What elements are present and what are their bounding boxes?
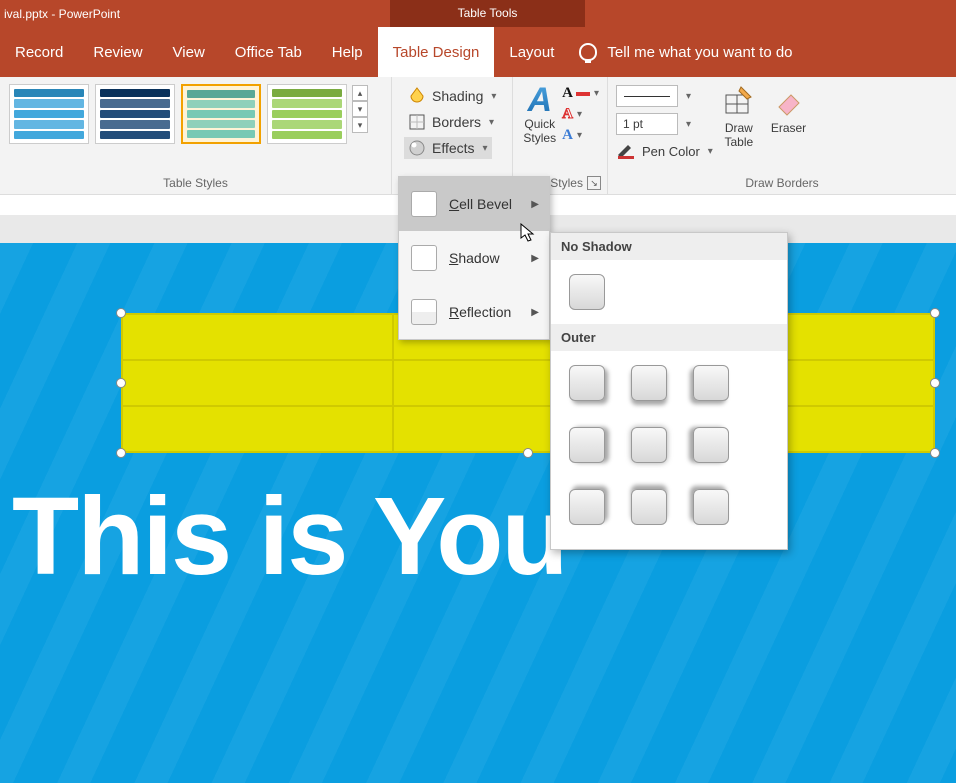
eraser-icon	[773, 85, 805, 117]
table-style-thumb-0[interactable]	[9, 84, 89, 144]
title-bar: ival.pptx - PowerPoint Table Tools	[0, 0, 956, 27]
tab-view[interactable]: View	[158, 27, 220, 77]
text-fill-button[interactable]: A▾	[562, 85, 599, 102]
ribbon-tabs: Record Review View Office Tab Help Table…	[0, 27, 956, 77]
tab-office-tab[interactable]: Office Tab	[220, 27, 317, 77]
table-style-thumb-1[interactable]	[95, 84, 175, 144]
gallery-scroll-up[interactable]: ▴	[352, 85, 368, 101]
shadow-option-outer-t[interactable]	[631, 489, 667, 525]
gallery-more[interactable]: ▾	[352, 117, 368, 133]
menu-shadow[interactable]: Shadow ▶	[399, 231, 549, 285]
shadow-option-outer-br[interactable]	[569, 365, 605, 401]
effects-button[interactable]: Effects▾	[404, 137, 492, 159]
tab-layout[interactable]: Layout	[494, 27, 569, 77]
submenu-arrow-icon: ▶	[531, 253, 539, 264]
resize-handle-sw[interactable]	[116, 448, 126, 458]
shading-button[interactable]: Shading▾	[404, 85, 500, 107]
reflection-icon	[411, 299, 437, 325]
draw-table-icon	[723, 85, 755, 117]
shadow-gallery: No Shadow Outer	[550, 232, 788, 550]
wordart-preview-icon: A	[527, 83, 552, 117]
resize-handle-nw[interactable]	[116, 308, 126, 318]
resize-handle-se[interactable]	[930, 448, 940, 458]
eraser-button[interactable]: Eraser	[763, 81, 814, 139]
shadow-section-no-shadow: No Shadow	[551, 233, 787, 260]
shadow-icon	[411, 245, 437, 271]
text-fill-icon: A	[562, 85, 573, 102]
shadow-option-outer-c[interactable]	[631, 427, 667, 463]
resize-handle-s[interactable]	[523, 448, 533, 458]
effects-dropdown-menu: Cell Bevel ▶ Shadow ▶ Reflection ▶	[398, 176, 550, 340]
resize-handle-ne[interactable]	[930, 308, 940, 318]
menu-cell-bevel[interactable]: Cell Bevel ▶	[399, 177, 549, 231]
pen-color-button[interactable]: Pen Color▾	[616, 141, 713, 162]
group-draw-borders: ▾ 1 pt▾ Pen Color▾ Draw Table Eraser Dra…	[608, 77, 956, 194]
tab-review[interactable]: Review	[78, 27, 157, 77]
cell-bevel-icon	[411, 191, 437, 217]
draw-table-button[interactable]: Draw Table	[715, 81, 763, 153]
shadow-section-outer: Outer	[551, 324, 787, 351]
table-style-thumb-3[interactable]	[267, 84, 347, 144]
quick-styles-button[interactable]: Quick Styles	[523, 117, 556, 145]
tell-me[interactable]: Tell me what you want to do	[579, 43, 792, 61]
effects-icon	[408, 139, 426, 157]
tab-help[interactable]: Help	[317, 27, 378, 77]
group-label-draw-borders: Draw Borders	[614, 174, 950, 192]
slide-headline[interactable]: This is You	[12, 473, 567, 600]
shading-icon	[408, 87, 426, 105]
resize-handle-e[interactable]	[930, 378, 940, 388]
menu-reflection[interactable]: Reflection ▶	[399, 285, 549, 339]
tab-record[interactable]: Record	[0, 27, 78, 77]
shadow-option-outer-tl[interactable]	[693, 489, 729, 525]
table-style-gallery	[6, 81, 350, 147]
group-label-table-styles: Table Styles	[6, 174, 385, 192]
submenu-arrow-icon: ▶	[531, 307, 539, 318]
borders-icon	[408, 113, 426, 131]
text-outline-icon: A	[562, 106, 573, 123]
tell-me-label: Tell me what you want to do	[607, 44, 792, 61]
contextual-tab-label: Table Tools	[390, 0, 585, 27]
lightbulb-icon	[579, 43, 597, 61]
window-title: ival.pptx - PowerPoint	[0, 7, 120, 21]
text-effects-icon: A	[562, 127, 573, 144]
shadow-option-outer-tr[interactable]	[569, 489, 605, 525]
tab-table-design[interactable]: Table Design	[378, 27, 495, 77]
shadow-option-outer-bl[interactable]	[693, 365, 729, 401]
pen-style-dropdown[interactable]: ▾	[616, 85, 713, 107]
shadow-option-none[interactable]	[569, 274, 605, 310]
group-table-styles: ▴ ▾ ▾ Table Styles	[0, 77, 392, 194]
text-effects-button[interactable]: A▾	[562, 127, 599, 144]
shadow-option-outer-r[interactable]	[569, 427, 605, 463]
borders-button[interactable]: Borders▾	[404, 111, 498, 133]
submenu-arrow-icon: ▶	[531, 199, 539, 210]
wordart-dialog-launcher[interactable]: ↘	[587, 176, 601, 190]
gallery-scroll-down[interactable]: ▾	[352, 101, 368, 117]
text-outline-button[interactable]: A▾	[562, 106, 599, 123]
pen-color-icon	[616, 141, 636, 162]
pen-weight-dropdown[interactable]: 1 pt▾	[616, 113, 713, 135]
resize-handle-w[interactable]	[116, 378, 126, 388]
shadow-option-outer-b[interactable]	[631, 365, 667, 401]
shadow-option-outer-l[interactable]	[693, 427, 729, 463]
table-style-thumb-2[interactable]	[181, 84, 261, 144]
